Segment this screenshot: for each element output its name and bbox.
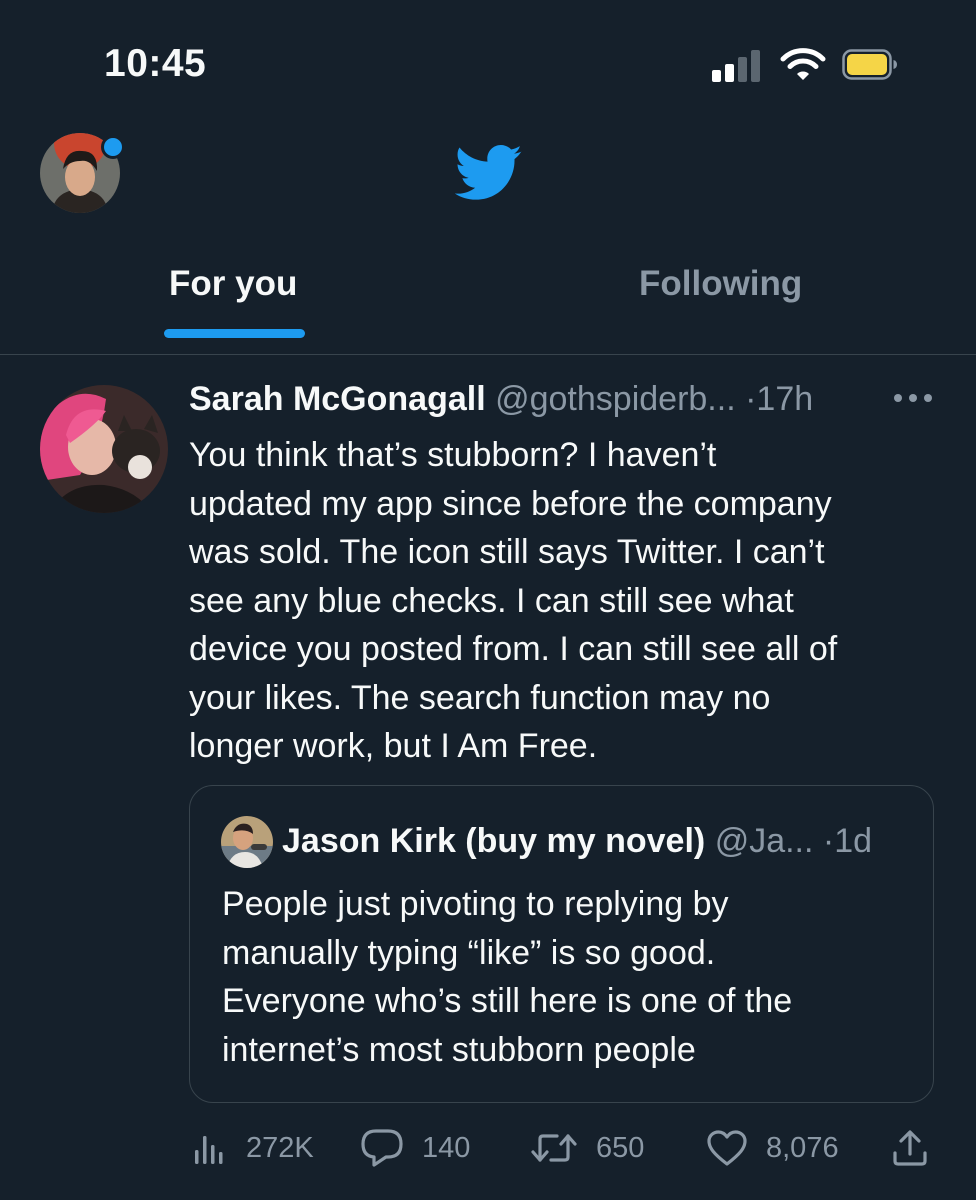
tab-for-you[interactable]: For you [169, 264, 297, 304]
retweet-count: 650 [596, 1131, 645, 1164]
like-button[interactable]: 8,076 [706, 1123, 839, 1173]
reply-count: 140 [422, 1131, 471, 1164]
status-time: 10:45 [104, 42, 207, 85]
retweet-button[interactable]: 650 [530, 1123, 644, 1173]
views-button[interactable]: 272K [192, 1123, 314, 1173]
like-count: 8,076 [766, 1131, 839, 1164]
notification-dot [101, 135, 125, 159]
wifi-icon [780, 48, 826, 80]
views-chart-icon [195, 1136, 223, 1164]
twitter-bird-icon[interactable] [455, 144, 523, 202]
status-bar: 10:45 [0, 0, 976, 110]
tweet-time[interactable]: 17h [756, 380, 813, 418]
views-count: 272K [246, 1131, 314, 1164]
tweet-header: Sarah McGonagall @gothspiderb... ·17h [189, 380, 813, 419]
quote-author-handle[interactable]: @Ja... [715, 822, 814, 860]
meta-separator: · [745, 380, 757, 418]
author-name[interactable]: Sarah McGonagall [189, 380, 486, 418]
app-header [0, 110, 976, 230]
heart-icon [707, 1130, 747, 1166]
quote-meta-separator: · [822, 822, 835, 860]
share-button[interactable] [890, 1123, 930, 1173]
author-handle[interactable]: @gothspiderb... [495, 380, 736, 418]
quote-text: People just pivoting to replying by manu… [222, 885, 793, 1069]
battery-icon [842, 49, 897, 80]
quote-header: Jason Kirk (buy my novel) @Ja... ·1d [282, 822, 872, 861]
quote-author-name[interactable]: Jason Kirk (buy my novel) [282, 822, 705, 860]
reply-button[interactable]: 140 [360, 1123, 470, 1173]
tab-following[interactable]: Following [639, 264, 802, 304]
more-options-icon[interactable] [892, 391, 934, 405]
active-tab-indicator [164, 329, 305, 338]
quoted-tweet[interactable]: Jason Kirk (buy my novel) @Ja... ·1d Peo… [189, 785, 934, 1103]
author-avatar[interactable] [40, 385, 168, 513]
share-icon [893, 1130, 927, 1166]
tweet-text: You think that’s stubborn? I haven’t upd… [189, 436, 838, 765]
quote-author-avatar [221, 816, 273, 868]
reply-icon [361, 1129, 403, 1167]
tweet-actions: 272K 140 650 8,076 [0, 1123, 976, 1173]
retweet-icon [531, 1134, 577, 1162]
tweet[interactable]: Sarah McGonagall @gothspiderb... ·17h Yo… [0, 355, 976, 1200]
cellular-signal-icon [712, 50, 764, 82]
timeline-tabs: For you Following [0, 240, 976, 355]
quote-time: 1d [834, 822, 873, 860]
